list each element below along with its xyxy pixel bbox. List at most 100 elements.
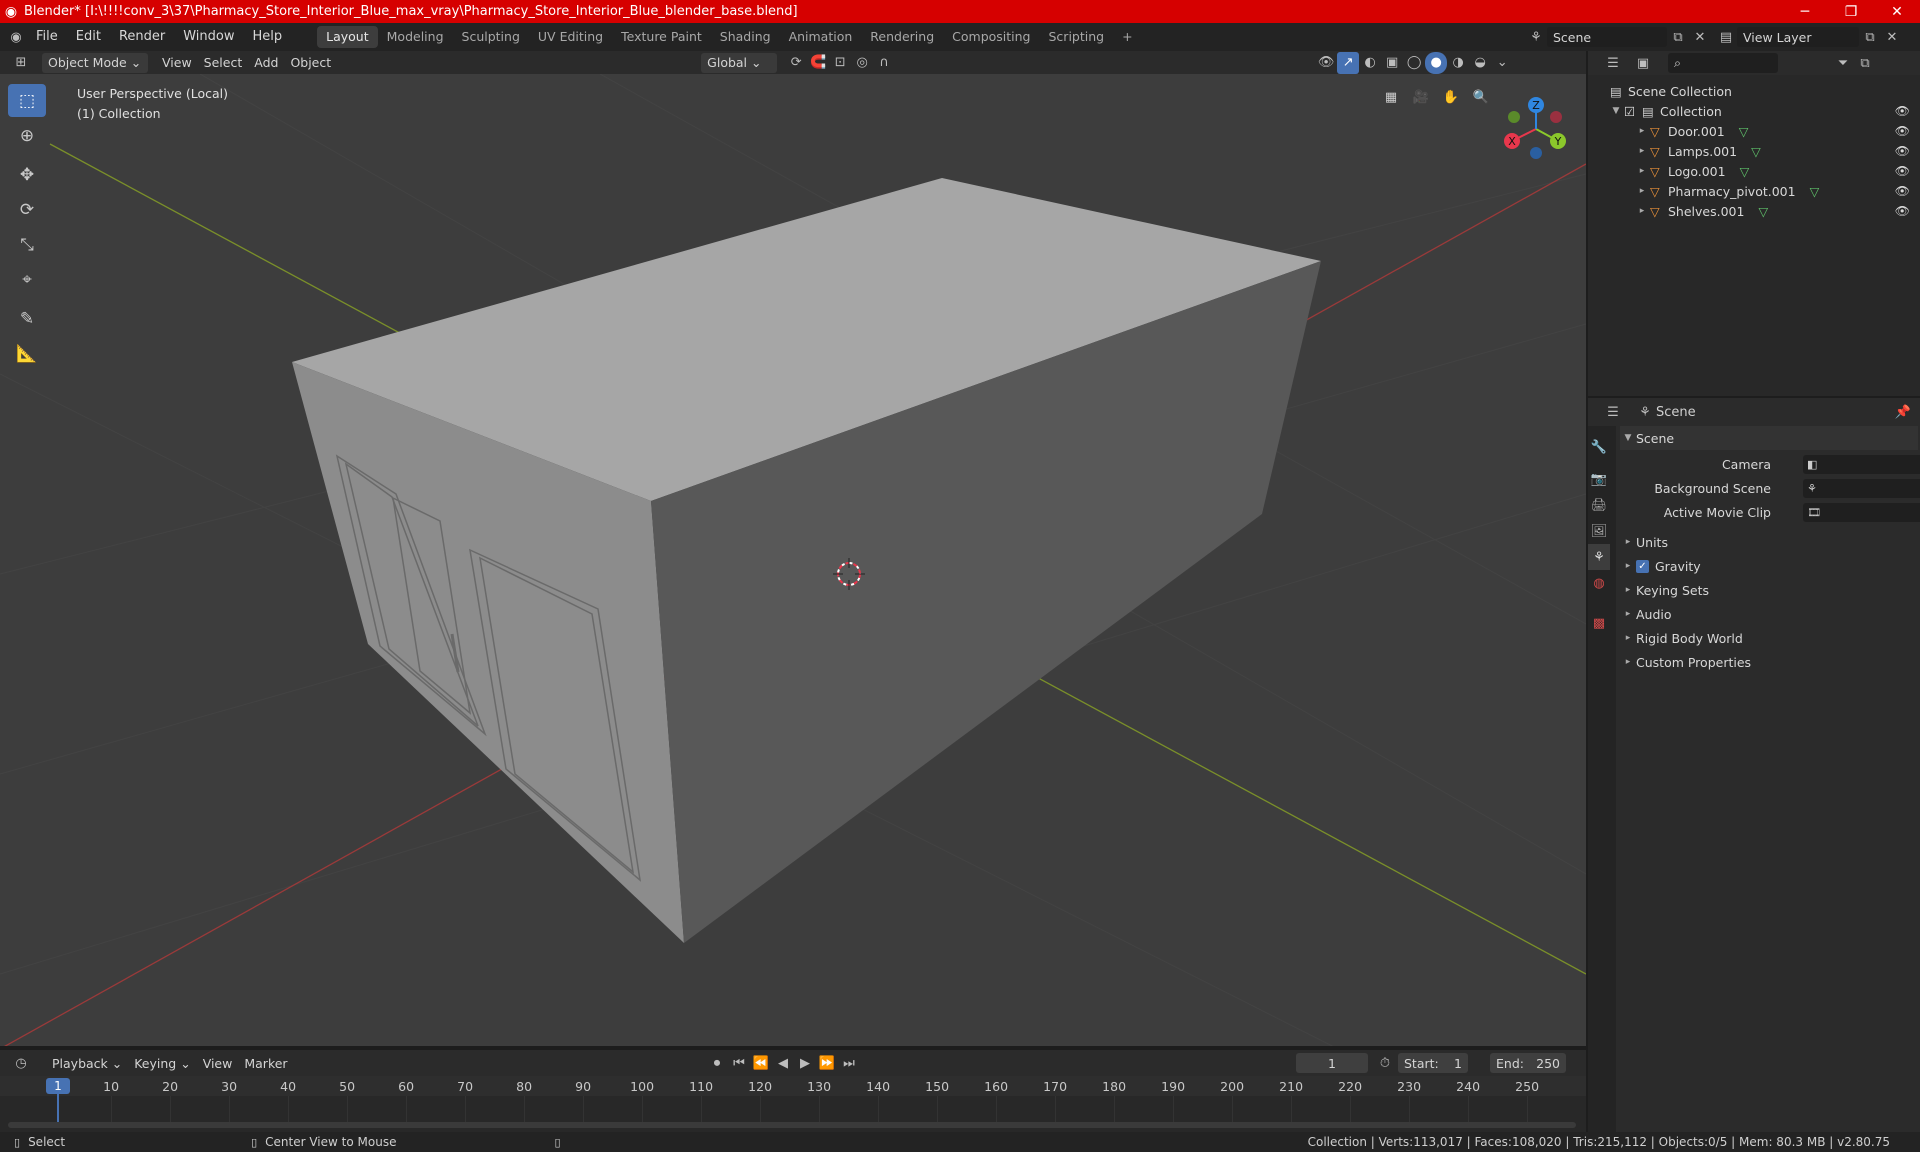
- menu-window[interactable]: Window: [174, 26, 243, 48]
- outliner-item[interactable]: ▸ ▽ Shelves.001 ▽ 👁: [1588, 201, 1920, 221]
- jump-start-icon[interactable]: ⏮: [728, 1052, 750, 1074]
- background-scene-field[interactable]: ⚘: [1803, 478, 1920, 498]
- expand-arrow-icon[interactable]: ▼: [1608, 106, 1624, 116]
- output-tab-icon[interactable]: 🖨: [1588, 492, 1610, 518]
- expand-arrow-icon[interactable]: ▸: [1634, 126, 1650, 136]
- tab-uv-editing[interactable]: UV Editing: [529, 26, 612, 48]
- outliner-item[interactable]: ▸ ▽ Logo.001 ▽ 👁: [1588, 161, 1920, 181]
- camera-view-icon[interactable]: 🎥: [1410, 86, 1432, 108]
- proportional-edit-icon[interactable]: ◎: [851, 52, 873, 74]
- expand-arrow-icon[interactable]: ▸: [1634, 206, 1650, 216]
- rendered-shading-icon[interactable]: ◒: [1469, 52, 1491, 74]
- menu-add[interactable]: Add: [248, 53, 284, 73]
- camera-field[interactable]: ◧✎: [1803, 454, 1920, 474]
- add-workspace-button[interactable]: +: [1113, 26, 1141, 48]
- xray-toggle-icon[interactable]: ▣: [1381, 52, 1403, 74]
- jump-end-icon[interactable]: ⏭: [838, 1052, 860, 1074]
- scene-icon[interactable]: ⚘: [1525, 26, 1547, 48]
- expand-arrow-icon[interactable]: ▸: [1634, 146, 1650, 156]
- view-layer-tab-icon[interactable]: 🖼: [1588, 518, 1610, 544]
- pan-view-hand-icon[interactable]: ✋: [1440, 86, 1462, 108]
- eye-icon[interactable]: 👁: [1895, 184, 1910, 198]
- snap-icon[interactable]: 🧲: [807, 52, 829, 74]
- end-frame-field[interactable]: End: 250: [1490, 1053, 1566, 1073]
- tab-layout[interactable]: Layout: [317, 26, 378, 48]
- delete-view-layer-icon[interactable]: ✕: [1881, 26, 1903, 48]
- current-frame-field[interactable]: 1: [1296, 1053, 1368, 1073]
- world-tab-icon[interactable]: ◍: [1588, 570, 1610, 596]
- keying-menu[interactable]: Keying ⌄: [128, 1053, 196, 1073]
- rigid-body-world-panel[interactable]: ▸ Rigid Body World: [1620, 626, 1918, 650]
- outliner-item[interactable]: ▸ ▽ Door.001 ▽ 👁: [1588, 121, 1920, 141]
- transform-orientation-dropdown[interactable]: Global ⌄: [701, 52, 778, 73]
- timeline-view-menu[interactable]: View: [197, 1053, 239, 1073]
- gizmo-toggle-icon[interactable]: ↗: [1337, 51, 1360, 74]
- eye-icon[interactable]: 👁: [1895, 104, 1910, 118]
- outliner-item[interactable]: ▸ ▽ Pharmacy_pivot.001 ▽ 👁: [1588, 181, 1920, 201]
- timeline-ruler[interactable]: 10 20 30 40 50 60 70 80 90 100 110 120 130 140 150 160 1…: [0, 1076, 1586, 1132]
- snap-target-icon[interactable]: ⊡: [829, 52, 851, 74]
- new-view-layer-icon[interactable]: ⧉: [1859, 26, 1881, 48]
- expand-arrow-icon[interactable]: ▼: [1620, 433, 1636, 443]
- scene-tab-icon[interactable]: ⚘: [1588, 544, 1610, 570]
- transform-tool-icon[interactable]: ⌖: [8, 263, 46, 296]
- tab-animation[interactable]: Animation: [780, 26, 862, 48]
- annotate-tool-icon[interactable]: ✎: [8, 302, 46, 335]
- menu-help[interactable]: Help: [244, 26, 292, 48]
- timeline-editor-type-icon[interactable]: ◷: [10, 1052, 32, 1074]
- audio-panel[interactable]: ▸ Audio: [1620, 602, 1918, 626]
- eye-icon[interactable]: 👁: [1895, 124, 1910, 138]
- view-layer-icon[interactable]: ▤: [1715, 26, 1737, 48]
- toggle-view-grid-icon[interactable]: ▦: [1380, 86, 1402, 108]
- view-layer-field[interactable]: View Layer: [1737, 27, 1859, 47]
- solid-shading-icon[interactable]: ●: [1425, 51, 1448, 74]
- menu-render[interactable]: Render: [110, 26, 174, 48]
- eye-icon[interactable]: 👁: [1895, 164, 1910, 178]
- pin-icon[interactable]: 📌: [1892, 401, 1914, 423]
- object-mode-dropdown[interactable]: Object Mode ⌄: [42, 52, 148, 73]
- timeline-scrollbar[interactable]: [8, 1122, 1576, 1128]
- menu-object[interactable]: Object: [284, 53, 337, 73]
- texture-tab-icon[interactable]: ▩: [1588, 610, 1610, 636]
- zoom-view-icon[interactable]: 🔍: [1470, 86, 1492, 108]
- object-visibility-icon[interactable]: 👁: [1315, 52, 1337, 74]
- tab-modeling[interactable]: Modeling: [378, 26, 453, 48]
- overlay-toggle-icon[interactable]: ◐: [1359, 52, 1381, 74]
- expand-arrow-icon[interactable]: ▸: [1634, 186, 1650, 196]
- collection-checkbox[interactable]: ☑: [1624, 104, 1642, 119]
- 3d-viewport[interactable]: X Y Z ▦ 🎥 ✋ 🔍: [0, 74, 1586, 1046]
- tab-scripting[interactable]: Scripting: [1040, 26, 1114, 48]
- scale-tool-icon[interactable]: ⤡: [8, 228, 46, 261]
- editor-type-icon[interactable]: ⊞: [10, 52, 32, 74]
- outliner-scene-collection[interactable]: ▤ Scene Collection: [1588, 81, 1920, 101]
- outliner-collection[interactable]: ▼ ☑ ▤ Collection 👁: [1588, 101, 1920, 121]
- menu-select[interactable]: Select: [198, 53, 249, 73]
- close-button[interactable]: ✕: [1874, 0, 1920, 23]
- expand-arrow-icon[interactable]: ▸: [1620, 537, 1636, 547]
- tab-texture-paint[interactable]: Texture Paint: [612, 26, 711, 48]
- move-tool-icon[interactable]: ✥: [8, 158, 46, 191]
- select-box-tool-icon[interactable]: ⬚: [8, 84, 46, 117]
- eye-icon[interactable]: 👁: [1895, 204, 1910, 218]
- display-mode-icon[interactable]: ▣: [1632, 52, 1654, 74]
- menu-view[interactable]: View: [156, 53, 198, 73]
- cursor-tool-icon[interactable]: ⊕: [8, 119, 46, 152]
- playback-menu[interactable]: Playback ⌄: [46, 1053, 128, 1073]
- rotate-tool-icon[interactable]: ⟳: [8, 193, 46, 226]
- expand-arrow-icon[interactable]: ▸: [1634, 166, 1650, 176]
- start-frame-field[interactable]: Start: 1: [1398, 1053, 1468, 1073]
- properties-editor-type-icon[interactable]: ☰: [1602, 401, 1624, 423]
- next-keyframe-icon[interactable]: ⏩: [816, 1052, 838, 1074]
- new-collection-icon[interactable]: ⧉: [1854, 52, 1876, 74]
- menu-edit[interactable]: Edit: [67, 26, 110, 48]
- stopwatch-icon[interactable]: ⏱: [1374, 1052, 1396, 1074]
- menu-file[interactable]: File: [27, 26, 67, 48]
- tab-shading[interactable]: Shading: [711, 26, 780, 48]
- play-icon[interactable]: ▶: [794, 1052, 816, 1074]
- tab-compositing[interactable]: Compositing: [943, 26, 1039, 48]
- outliner-search-input[interactable]: ⌕: [1668, 53, 1778, 73]
- prev-keyframe-icon[interactable]: ⏪: [750, 1052, 772, 1074]
- expand-arrow-icon[interactable]: ▸: [1620, 585, 1636, 595]
- render-tab-icon[interactable]: 📷: [1588, 466, 1610, 492]
- expand-arrow-icon[interactable]: ▸: [1620, 657, 1636, 667]
